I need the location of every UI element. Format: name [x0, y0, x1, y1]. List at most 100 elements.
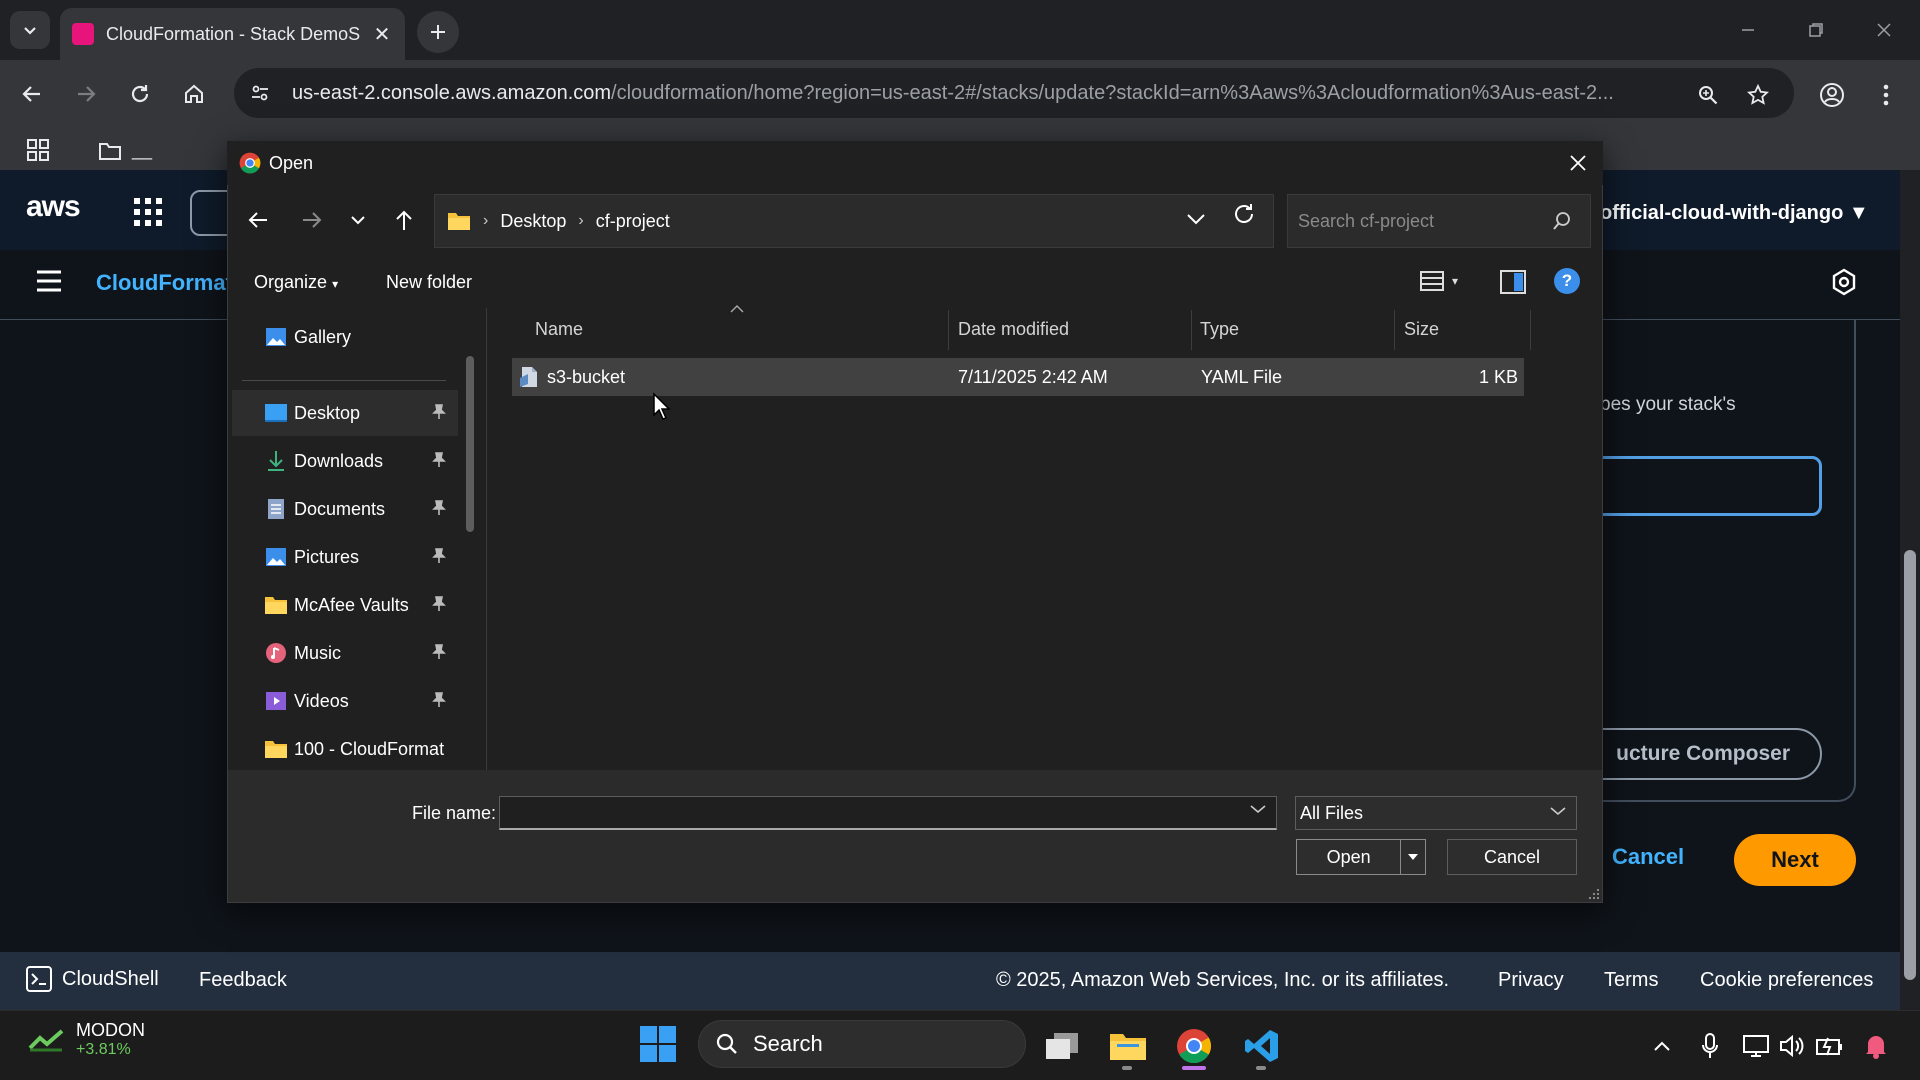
column-header-date[interactable]: Date modified [958, 319, 1069, 340]
change-view-button[interactable]: ▾ [1420, 270, 1458, 292]
privacy-link[interactable]: Privacy [1498, 969, 1564, 992]
cookie-preferences-link[interactable]: Cookie preferences [1700, 969, 1873, 992]
dialog-search-input[interactable]: Search cf-project [1287, 194, 1591, 248]
apps-icon[interactable] [26, 138, 50, 162]
restore-button[interactable] [1798, 12, 1834, 48]
reload-button[interactable] [122, 76, 158, 112]
breadcrumb-cf-project[interactable]: cf-project [596, 211, 670, 232]
battery-icon[interactable] [1808, 1024, 1852, 1068]
cancel-button[interactable]: Cancel [1447, 839, 1577, 875]
stock-widget[interactable]: MODON +3.81% [28, 1020, 145, 1059]
site-info-button[interactable] [242, 75, 278, 111]
refresh-icon[interactable] [1232, 202, 1256, 226]
file-row[interactable]: s3-bucket 7/11/2025 2:42 AM YAML File 1 … [512, 358, 1524, 396]
nav-pane-scrollbar[interactable] [466, 356, 474, 532]
column-separator[interactable] [1191, 310, 1192, 350]
tab-close-icon[interactable]: ✕ [371, 22, 393, 47]
file-type-select[interactable]: All Files [1295, 796, 1577, 830]
sort-ascending-icon [730, 305, 744, 313]
nav-item-cloudformation-folder[interactable]: 100 - CloudFormat [232, 726, 458, 770]
nav-item-label: Videos [294, 690, 349, 711]
column-header-type[interactable]: Type [1200, 319, 1239, 340]
help-icon[interactable]: ? [1554, 268, 1580, 294]
resize-grip-icon[interactable] [1588, 888, 1600, 900]
back-button[interactable] [14, 76, 50, 112]
preview-pane-icon[interactable] [1500, 270, 1526, 294]
breadcrumb-desktop[interactable]: Desktop [500, 211, 566, 232]
chrome-icon [239, 152, 261, 174]
nav-item-videos[interactable]: Videos [232, 678, 458, 724]
arrow-left-icon [248, 212, 267, 228]
next-button[interactable]: Next [1734, 834, 1856, 886]
notification-bell-icon[interactable] [1854, 1024, 1898, 1068]
terms-link[interactable]: Terms [1604, 969, 1658, 992]
chrome-taskbar-icon[interactable] [1172, 1024, 1216, 1068]
bookmark-folder[interactable]: __ [98, 140, 152, 161]
vscode-icon[interactable] [1240, 1024, 1284, 1068]
column-separator[interactable] [1530, 310, 1531, 350]
file-size: 1 KB [1478, 367, 1518, 387]
chevron-up-icon[interactable] [1640, 1024, 1684, 1068]
file-name-field[interactable] [499, 796, 1277, 830]
nav-item-documents[interactable]: Documents [232, 486, 458, 532]
address-bar[interactable]: us-east-2.console.aws.amazon.com/cloudfo… [234, 68, 1794, 118]
nav-item-downloads[interactable]: Downloads [232, 438, 458, 484]
cloudshell-button[interactable]: CloudShell [26, 966, 159, 992]
folder-icon [447, 211, 471, 231]
microphone-icon[interactable] [1688, 1024, 1732, 1068]
recent-locations-button[interactable] [340, 202, 376, 238]
column-separator[interactable] [1394, 310, 1395, 350]
column-header-name[interactable]: Name [535, 319, 583, 340]
pane-divider[interactable] [486, 308, 487, 770]
file-name-history-icon[interactable] [1250, 804, 1266, 814]
file-explorer-icon[interactable] [1106, 1024, 1150, 1068]
nav-item-pictures[interactable]: Pictures [232, 534, 458, 580]
new-tab-button[interactable] [417, 11, 459, 53]
minimize-button[interactable] [1730, 12, 1766, 48]
settings-icon[interactable] [1830, 268, 1858, 296]
nav-item-label: 100 - CloudFormat [294, 738, 445, 759]
feedback-link[interactable]: Feedback [199, 969, 287, 992]
open-options-icon[interactable] [1401, 853, 1425, 861]
forward-button[interactable] [68, 76, 104, 112]
chrome-menu-button[interactable] [1868, 77, 1904, 113]
file-name-input[interactable] [500, 797, 1240, 827]
account-menu[interactable]: official-cloud-with-django ▼ [1600, 202, 1869, 225]
dialog-forward-button[interactable] [294, 202, 330, 238]
list-view-icon [1420, 271, 1444, 291]
hamburger-menu-icon[interactable] [36, 270, 62, 292]
dialog-close-button[interactable] [1560, 146, 1596, 180]
browser-tab[interactable]: CloudFormation - Stack DemoS ✕ [60, 8, 405, 60]
nav-item-gallery[interactable]: Gallery [232, 314, 458, 360]
windows-start-icon[interactable] [640, 1026, 676, 1062]
home-button[interactable] [176, 76, 212, 112]
taskbar-search[interactable]: Search [698, 1020, 1026, 1068]
dialog-address-bar[interactable]: › Desktop › cf-project [434, 194, 1274, 248]
profile-button[interactable] [1814, 77, 1850, 113]
address-history-icon[interactable] [1187, 213, 1205, 225]
open-button-label: Open [1326, 846, 1371, 867]
bookmark-star-button[interactable] [1740, 77, 1776, 113]
zoom-button[interactable] [1690, 77, 1726, 113]
nav-item-mcafee-vaults[interactable]: McAfee Vaults [232, 582, 458, 628]
open-button[interactable]: Open [1296, 839, 1426, 875]
services-grid-icon[interactable] [134, 198, 162, 226]
organize-button[interactable]: Organize ▾ [254, 272, 338, 293]
column-separator[interactable] [948, 310, 949, 350]
page-scrollbar-thumb[interactable] [1904, 550, 1916, 980]
dialog-back-button[interactable] [240, 202, 276, 238]
pictures-icon [264, 546, 288, 568]
aws-cancel-button[interactable]: Cancel [1612, 844, 1684, 870]
tab-search-button[interactable] [10, 11, 50, 49]
up-folder-button[interactable] [386, 202, 422, 238]
nav-item-desktop[interactable]: Desktop [232, 390, 458, 436]
close-window-button[interactable] [1866, 12, 1902, 48]
task-view-icon[interactable] [1040, 1024, 1084, 1068]
nav-item-music[interactable]: Music [232, 630, 458, 676]
column-header-size[interactable]: Size [1404, 319, 1439, 340]
aws-logo[interactable]: aws [26, 190, 81, 224]
new-folder-button[interactable]: New folder [386, 272, 472, 293]
caret-down-icon: ▾ [332, 277, 339, 291]
service-breadcrumb[interactable]: CloudFormat [96, 270, 233, 296]
breadcrumb-separator: › [483, 212, 489, 229]
